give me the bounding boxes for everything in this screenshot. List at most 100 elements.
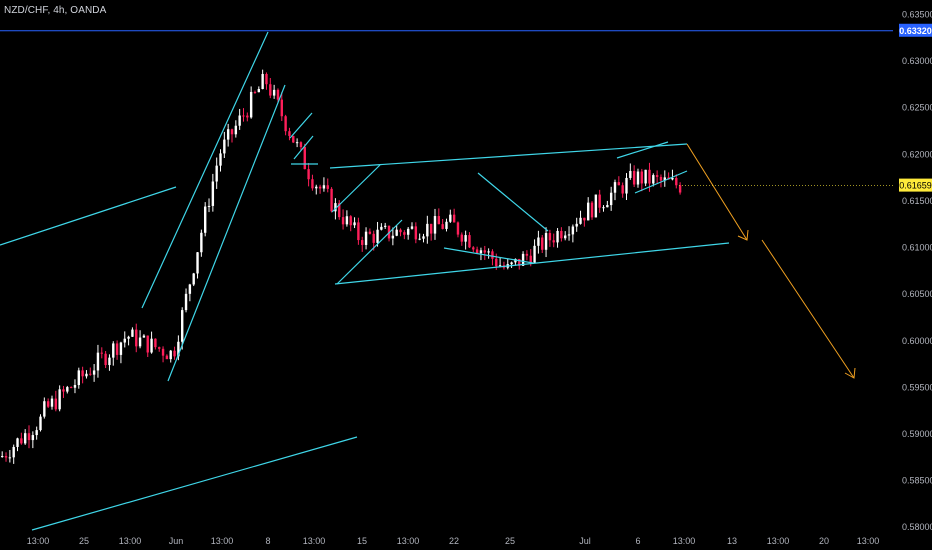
time-tick-label: 13:00 (27, 536, 50, 546)
symbol-title: NZD/CHF, 4h, OANDA (4, 5, 107, 16)
candle-up (138, 337, 142, 347)
candle-up (203, 206, 207, 233)
candle-up (345, 216, 349, 225)
candle-down (472, 247, 475, 250)
candle-up (391, 235, 395, 239)
candle-down (326, 185, 329, 189)
candle-down (135, 329, 138, 347)
candle-up (12, 446, 15, 458)
candle-down (20, 438, 23, 444)
candle-down (230, 129, 234, 135)
candle-up (537, 237, 540, 246)
candle-up (410, 226, 414, 229)
candle-up (181, 310, 184, 342)
candle-up (625, 177, 628, 194)
price-tick-label: 0.60000 (902, 336, 932, 346)
candle-down (81, 370, 84, 377)
candle-up (636, 171, 640, 185)
range-bottom-line (334, 242, 730, 285)
candle-up (207, 205, 211, 207)
candle-up (43, 401, 46, 417)
candle-down (441, 224, 444, 229)
candle-down (4, 456, 8, 458)
candle-down (525, 253, 529, 256)
candle-up (77, 370, 80, 386)
candle-down (115, 343, 119, 355)
candle-up (567, 234, 571, 236)
time-tick-label: 13:00 (397, 536, 420, 546)
candle-down (161, 348, 165, 356)
price-tick-label: 0.59500 (902, 382, 932, 392)
candle-up (556, 230, 559, 243)
candle-up (119, 342, 123, 355)
candle-up (215, 165, 218, 182)
candle-up (644, 169, 647, 184)
candle-down (284, 116, 287, 132)
time-tick-label: 8 (265, 536, 270, 546)
candle-up (150, 338, 153, 353)
candle-down (475, 249, 479, 254)
wedge-line-1 (331, 164, 381, 213)
candle-down (583, 217, 586, 221)
candle-up (445, 221, 448, 229)
candle-down (598, 194, 601, 208)
candle-up (131, 329, 134, 337)
candle-down (292, 135, 295, 143)
candle-down (265, 73, 268, 85)
candle-up (406, 228, 410, 235)
candle-up (487, 251, 490, 253)
candle-down (173, 350, 176, 357)
time-tick-label: 13:00 (767, 536, 790, 546)
trendline-left-upper (0, 186, 177, 246)
candle-up (575, 223, 578, 227)
candle-down (399, 229, 402, 233)
candle-down (675, 178, 678, 186)
candle-up (498, 265, 502, 267)
candle-up (395, 229, 398, 236)
candle-up (238, 115, 241, 126)
time-tick-label: 25 (505, 536, 515, 546)
candle-up (85, 373, 88, 377)
candle-down (560, 230, 563, 239)
candle-down (590, 202, 594, 218)
candle-down (414, 226, 418, 240)
candle-up (613, 182, 617, 193)
price-chart[interactable]: 0.63500 0.63000 0.62500 0.62000 0.61500 0.610… (0, 0, 932, 550)
candle-up (376, 229, 379, 243)
candle-down (27, 433, 31, 441)
candle-down (640, 171, 644, 184)
candle-down (253, 91, 257, 93)
candle-up (188, 284, 192, 294)
candle-up (200, 232, 203, 253)
candle-down (330, 188, 333, 212)
candle-up (315, 186, 318, 189)
candle-up (223, 139, 226, 154)
price-tick-label: 0.59000 (902, 429, 932, 439)
candle-up (602, 207, 605, 209)
candle-down (648, 169, 651, 184)
candle-up (226, 129, 230, 140)
time-tick-label: 15 (357, 536, 367, 546)
time-tick-label: 13:00 (119, 536, 142, 546)
candle-up (418, 238, 421, 240)
candle-down (361, 240, 364, 245)
wedge-line-5 (616, 141, 669, 159)
trendline-left-lower (31, 436, 358, 531)
candle-up (272, 89, 276, 96)
candle-down (529, 255, 532, 263)
candle-up (8, 457, 12, 459)
candle-up (234, 125, 238, 135)
candle-up (73, 385, 77, 388)
candle-down (280, 99, 283, 117)
candle-up (196, 252, 199, 274)
candle-down (307, 169, 310, 180)
candle-down (69, 387, 73, 389)
price-tick-label: 0.58000 (902, 522, 932, 532)
price-tick-label: 0.63500 (902, 9, 932, 19)
candle-up (249, 91, 253, 118)
chart-area[interactable]: 0.63500 0.63000 0.62500 0.62000 0.61500 0.610… (0, 0, 932, 550)
candle-down (158, 347, 161, 349)
time-tick-label: 13:00 (857, 536, 880, 546)
price-tick-label: 0.62500 (902, 103, 932, 113)
candle-down (318, 186, 322, 189)
